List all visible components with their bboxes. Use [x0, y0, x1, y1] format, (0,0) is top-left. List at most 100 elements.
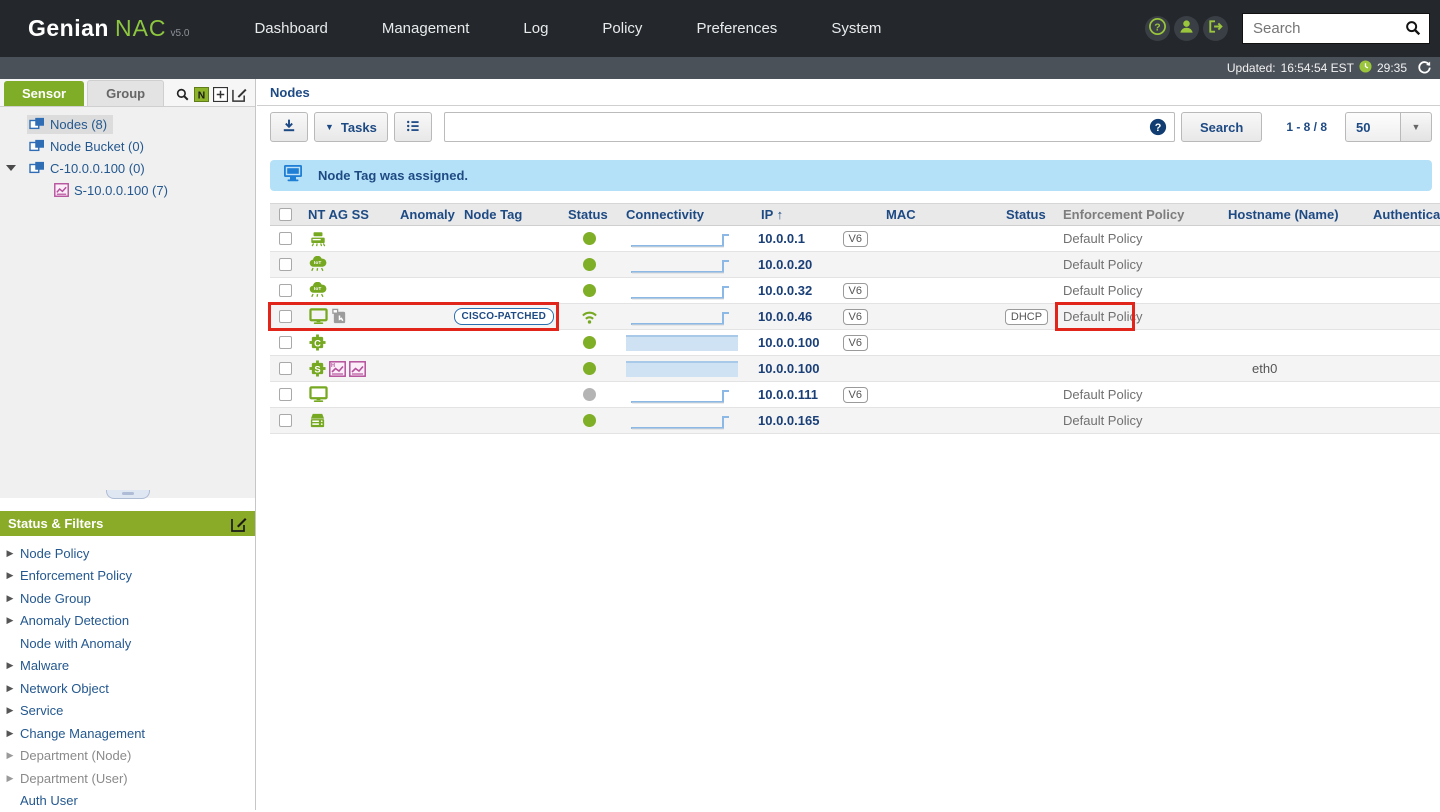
filter-item-node-policy[interactable]: ▶Node Policy [0, 542, 255, 565]
search-button[interactable]: Search [1181, 112, 1262, 142]
row-checkbox[interactable] [279, 336, 292, 349]
new-node-icon[interactable]: N [194, 87, 209, 102]
row-checkbox[interactable] [279, 310, 292, 323]
filter-item-department-node-[interactable]: ▶Department (Node) [0, 745, 255, 768]
row-checkbox[interactable] [279, 388, 292, 401]
svg-text:?: ? [1155, 122, 1162, 134]
column-header-mac[interactable]: MAC [878, 207, 998, 222]
column-header-status[interactable]: Status [560, 207, 618, 222]
filter-help-icon[interactable]: ? [1149, 118, 1167, 141]
clock-icon [1359, 60, 1372, 76]
svg-text:IoT: IoT [314, 260, 321, 266]
global-search-input[interactable] [1242, 13, 1430, 44]
monitor-icon [309, 308, 328, 325]
row-checkbox[interactable] [279, 362, 292, 375]
page-size-dropdown-button[interactable]: ▼ [1400, 112, 1432, 142]
row-checkbox[interactable] [279, 414, 292, 427]
help-button[interactable]: ? [1145, 16, 1170, 41]
nav-item-system[interactable]: System [813, 10, 899, 47]
tree-item[interactable]: Node Bucket (0) [0, 135, 255, 157]
column-header-nt-ag-ss[interactable]: NT AG SS [300, 207, 392, 222]
tree-item[interactable]: S-10.0.0.100 (7) [0, 179, 255, 201]
status-down-dot [583, 388, 596, 401]
filter-item-node-with-anomaly[interactable]: Node with Anomaly [0, 632, 255, 655]
caret-right-icon: ▶ [0, 728, 20, 739]
page-size-value[interactable]: 50 [1345, 112, 1400, 142]
tab-sensor[interactable]: Sensor [4, 81, 84, 106]
ip-link[interactable]: 10.0.0.111 [758, 387, 818, 402]
connectivity-chart-step [626, 256, 738, 274]
filter-item-label: Network Object [20, 681, 109, 696]
node-filter-input[interactable] [444, 112, 1175, 142]
logout-button[interactable] [1203, 16, 1228, 41]
column-header-anomaly[interactable]: Anomaly [392, 207, 456, 222]
column-header-status[interactable]: Status [998, 207, 1055, 222]
ip-link[interactable]: 10.0.0.46 [758, 309, 812, 324]
ip-link[interactable]: 10.0.0.1 [758, 231, 805, 246]
svg-text:IoT: IoT [314, 286, 321, 292]
sensor-chart-icon [54, 183, 69, 197]
row-checkbox[interactable] [279, 284, 292, 297]
nav-item-policy[interactable]: Policy [584, 10, 660, 47]
nav-item-preferences[interactable]: Preferences [678, 10, 795, 47]
user-button[interactable] [1174, 16, 1199, 41]
filters-list: ▶Node Policy▶Enforcement Policy▶Node Gro… [0, 536, 255, 812]
caret-right-icon: ▶ [0, 773, 20, 784]
filter-item-anomaly-detection[interactable]: ▶Anomaly Detection [0, 610, 255, 633]
tasks-button[interactable]: ▼ Tasks [314, 112, 388, 142]
ip-link[interactable]: 10.0.0.100 [758, 361, 819, 376]
filters-edit-icon[interactable] [231, 516, 247, 532]
tree-item[interactable]: C-10.0.0.100 (0) [0, 157, 255, 179]
filter-item-department-user-[interactable]: ▶Department (User) [0, 767, 255, 790]
row-checkbox[interactable] [279, 258, 292, 271]
tree-caret-down-icon[interactable] [0, 164, 22, 172]
table-row: 10.0.0.111V6Default Policy [270, 382, 1440, 408]
column-header-connectivity[interactable]: Connectivity [618, 207, 753, 222]
nav-item-log[interactable]: Log [505, 10, 566, 47]
result-range: 1 - 8 / 8 [1286, 120, 1327, 134]
nav-item-dashboard[interactable]: Dashboard [236, 10, 345, 47]
panel-resize-handle[interactable] [106, 490, 150, 499]
refresh-button[interactable] [1417, 59, 1432, 77]
export-button[interactable] [270, 112, 308, 142]
tab-group[interactable]: Group [87, 80, 164, 106]
ip-link[interactable]: 10.0.0.100 [758, 335, 819, 350]
updated-time: 16:54:54 EST [1281, 61, 1354, 75]
connectivity-chart-full [626, 335, 738, 351]
select-all-checkbox[interactable] [279, 208, 292, 221]
column-header-hostname-name-[interactable]: Hostname (Name) [1220, 207, 1365, 222]
caret-right-icon: ▶ [0, 615, 20, 626]
tree-search-icon[interactable] [175, 87, 190, 102]
add-icon[interactable] [213, 87, 228, 102]
tree-item[interactable]: Nodes (8) [0, 113, 255, 135]
chip-c-icon: C [309, 334, 326, 351]
search-icon[interactable] [1404, 19, 1422, 42]
column-header-ip[interactable]: IP ↑ [753, 207, 878, 222]
filter-item-enforcement-policy[interactable]: ▶Enforcement Policy [0, 565, 255, 588]
column-header-enforcement-policy[interactable]: Enforcement Policy [1055, 207, 1220, 222]
sidebar-tabs: Sensor Group N [0, 79, 255, 107]
brand-logo[interactable]: Genian NAC v5.0 [28, 15, 189, 42]
table-row: 10.0.0.1V6Default Policy [270, 226, 1440, 252]
filter-item-malware[interactable]: ▶Malware [0, 655, 255, 678]
search-button-label: Search [1200, 120, 1243, 135]
column-settings-button[interactable] [394, 112, 432, 142]
filter-item-service[interactable]: ▶Service [0, 700, 255, 723]
row-checkbox[interactable] [279, 232, 292, 245]
ip-link[interactable]: 10.0.0.20 [758, 257, 812, 272]
iot-icon: IoT [309, 282, 327, 299]
filter-item-auth-user[interactable]: Auth User [0, 790, 255, 812]
nav-item-management[interactable]: Management [364, 10, 488, 47]
filter-item-node-group[interactable]: ▶Node Group [0, 587, 255, 610]
connectivity-chart-step [626, 412, 738, 430]
filter-item-network-object[interactable]: ▶Network Object [0, 677, 255, 700]
ip-link[interactable]: 10.0.0.32 [758, 283, 812, 298]
filter-item-change-management[interactable]: ▶Change Management [0, 722, 255, 745]
svg-text:H: H [331, 363, 335, 369]
column-header-node-tag[interactable]: Node Tag [456, 207, 560, 222]
edit-icon[interactable] [232, 87, 247, 102]
main-content: Nodes ▼ Tasks ? Search 1 - 8 / 8 50 [257, 79, 1440, 810]
ip-link[interactable]: 10.0.0.165 [758, 413, 819, 428]
column-header-authenticate[interactable]: Authenticate [1365, 207, 1440, 222]
iot-icon: IoT [309, 256, 327, 273]
